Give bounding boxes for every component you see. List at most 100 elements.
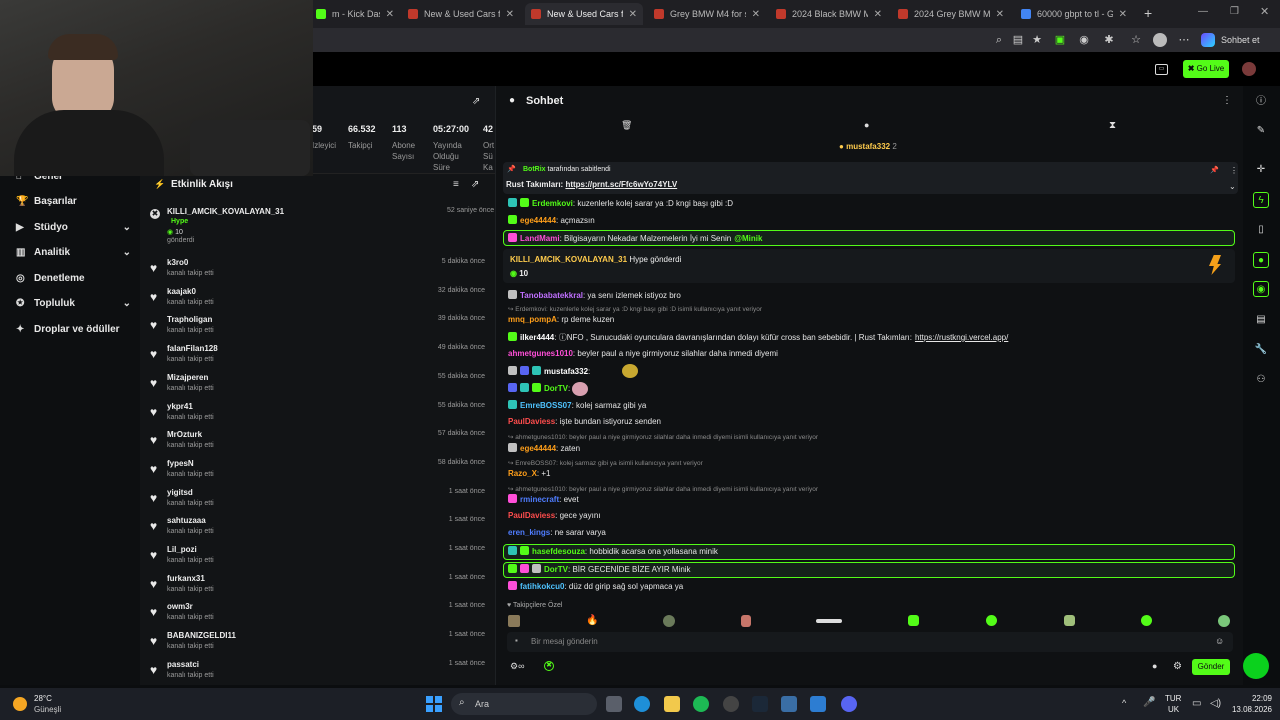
studio-icon[interactable]: ▭ [1155, 64, 1168, 75]
close-tab-icon[interactable]: ✕ [1119, 9, 1127, 20]
browser-tab[interactable]: New & Used Cars for Sa ✕ [525, 3, 643, 25]
chat-username[interactable]: PaulDaviess [508, 417, 555, 426]
windows-start-icon[interactable] [426, 696, 442, 712]
emote-icon[interactable] [663, 615, 675, 627]
follower-name[interactable]: falanFilan128 [167, 344, 218, 353]
follower-name[interactable]: furkanx31 [167, 574, 205, 583]
pin-link[interactable]: https://prnt.sc/Ffc6wYo74YLV [565, 180, 677, 189]
broadcast-icon[interactable]: ◉ [1253, 281, 1269, 297]
browser-tab[interactable]: m - Kick Dashboard ✕ [310, 3, 400, 25]
chat-input[interactable]: Bir mesaj gönderin [531, 637, 598, 646]
chat-username[interactable]: fatihkokcu0 [520, 582, 564, 591]
browser-tab[interactable]: 2024 Grey BMW M4 fo ✕ [892, 3, 1010, 25]
close-window-button[interactable]: ✕ [1260, 5, 1269, 18]
follower-name[interactable]: kaajak0 [167, 287, 196, 296]
task-view-icon[interactable] [606, 696, 622, 712]
chevron-up-icon[interactable]: ^ [1122, 698, 1126, 708]
chat-username[interactable]: eren_kings [508, 528, 550, 537]
browser-tab[interactable]: 2024 Black BMW M4 fo ✕ [770, 3, 888, 25]
follower-name[interactable]: sahtuzaaa [167, 516, 206, 525]
chat-username[interactable]: mnq_pompA [508, 315, 557, 324]
emote-icon[interactable] [741, 615, 751, 627]
follower-name[interactable]: owm3r [167, 602, 193, 611]
pin-menu-icon[interactable]: ⋮ [1230, 166, 1238, 175]
favorites-icon[interactable]: ☆ [1129, 33, 1143, 47]
chat-username[interactable]: Erdemkovi [532, 199, 573, 208]
chat-username[interactable]: Razo_X [508, 469, 537, 478]
emoji-icon[interactable]: ☺ [1215, 636, 1224, 646]
unpin-icon[interactable]: 📌 [1210, 166, 1219, 174]
copilot-icon[interactable] [1201, 33, 1215, 47]
app-icon[interactable] [781, 696, 797, 712]
pinned-user[interactable]: ● mustafa332 2 [839, 142, 897, 151]
extension-icon[interactable]: ▣ [1053, 33, 1067, 47]
chat-menu-icon[interactable]: ⋮ [1222, 95, 1232, 106]
filter-icon[interactable]: ≡ [453, 179, 459, 190]
minimize-button[interactable]: — [1198, 6, 1208, 17]
new-tab-button[interactable]: + [1144, 5, 1152, 21]
wrench-icon[interactable]: 🔧 [1253, 342, 1269, 358]
sliders-icon[interactable]: ⚙∞ [510, 661, 524, 672]
chat-sidebar-label[interactable]: Sohbet et [1221, 35, 1260, 45]
chat-username[interactable]: ahmetgunes1010 [508, 349, 573, 358]
taskbar-search[interactable]: ⌕ Ara [451, 693, 597, 715]
puzzle-icon[interactable]: ✱ [1102, 33, 1116, 47]
chat-username[interactable]: mustafa332 [544, 367, 588, 376]
more-icon[interactable]: ⋯ [1177, 33, 1191, 47]
info-icon[interactable]: ⓘ [1253, 94, 1269, 110]
chat-username[interactable]: Tanobabatekkral [520, 291, 583, 300]
mic-icon[interactable]: 🎤 [1143, 697, 1155, 708]
browser-tab[interactable]: 60000 gbpt to tl - Goog ✕ [1015, 3, 1133, 25]
close-tab-icon[interactable]: ✕ [506, 9, 514, 20]
profile-avatar[interactable] [1153, 33, 1167, 47]
zoom-icon[interactable]: ⌕ [992, 33, 1006, 47]
timer-icon[interactable]: ⧗ [1109, 120, 1116, 131]
chat-mention[interactable]: @Minik [734, 234, 762, 243]
close-tab-icon[interactable]: ✕ [874, 9, 882, 20]
explorer-icon[interactable] [664, 696, 680, 712]
follower-name[interactable]: passatci [167, 660, 199, 669]
chat-username[interactable]: ege44444 [520, 216, 556, 225]
nav-item[interactable]: ◎ Denetleme [16, 268, 131, 288]
display-icon[interactable]: ▭ [1192, 698, 1201, 709]
kick-emote-icon[interactable] [908, 615, 919, 626]
clock-time[interactable]: 22:09 [1234, 694, 1272, 703]
follower-name[interactable]: ykpr41 [167, 402, 193, 411]
chat-username[interactable]: ege44444 [520, 444, 556, 453]
user-avatar[interactable] [1242, 62, 1256, 76]
discord-icon[interactable] [841, 696, 857, 712]
follower-name[interactable]: BABANIZGELDI11 [167, 631, 236, 640]
emote-icon[interactable] [1064, 615, 1075, 626]
emote-bar[interactable]: 🔥 [508, 615, 1232, 627]
browser-tab[interactable]: Grey BMW M4 for sale ✕ [648, 3, 766, 25]
trash-icon[interactable]: 🗑 [621, 120, 632, 131]
close-tab-icon[interactable]: ✕ [752, 9, 760, 20]
language-bottom[interactable]: UK [1168, 705, 1179, 714]
send-button[interactable]: Gönder [1192, 659, 1230, 675]
event-user[interactable]: KILLI_AMCIK_KOVALAYAN_31 [167, 207, 284, 216]
chat-icon[interactable]: ● [1253, 252, 1269, 268]
clock-date[interactable]: 13.08.2026 [1226, 705, 1272, 714]
nav-item[interactable]: ✪ Topluluk ⌄ [16, 293, 131, 313]
nav-item[interactable]: 🏆 Başarılar [16, 191, 131, 211]
settings-icon[interactable]: ⚙ [1173, 661, 1182, 672]
follower-name[interactable]: Lil_pozi [167, 545, 197, 554]
lightning-icon[interactable]: ϟ [1253, 192, 1269, 208]
follower-name[interactable]: Trapholigan [167, 315, 212, 324]
popout-icon[interactable]: ⇗ [471, 179, 479, 190]
maximize-button[interactable]: ❐ [1230, 6, 1239, 17]
target-icon[interactable]: ✛ [1253, 162, 1269, 178]
nav-item[interactable]: ✦ Droplar ve ödüller [16, 319, 131, 339]
steam-icon[interactable] [752, 696, 768, 712]
star-icon[interactable]: ★ [1030, 33, 1044, 47]
weather-temp[interactable]: 28°C [34, 694, 52, 703]
pencil-icon[interactable]: ✎ [1253, 123, 1269, 139]
follower-name[interactable]: Mizajperen [167, 373, 208, 382]
follower-name[interactable]: yigitsd [167, 488, 193, 497]
kick-emote-icon[interactable] [1141, 615, 1152, 626]
users-icon[interactable]: ⚇ [1253, 372, 1269, 388]
status-dot[interactable] [1243, 653, 1269, 679]
chat-username[interactable]: rminecraft [520, 495, 559, 504]
popout-icon[interactable]: ⇗ [472, 96, 480, 107]
follower-name[interactable]: MrOzturk [167, 430, 202, 439]
